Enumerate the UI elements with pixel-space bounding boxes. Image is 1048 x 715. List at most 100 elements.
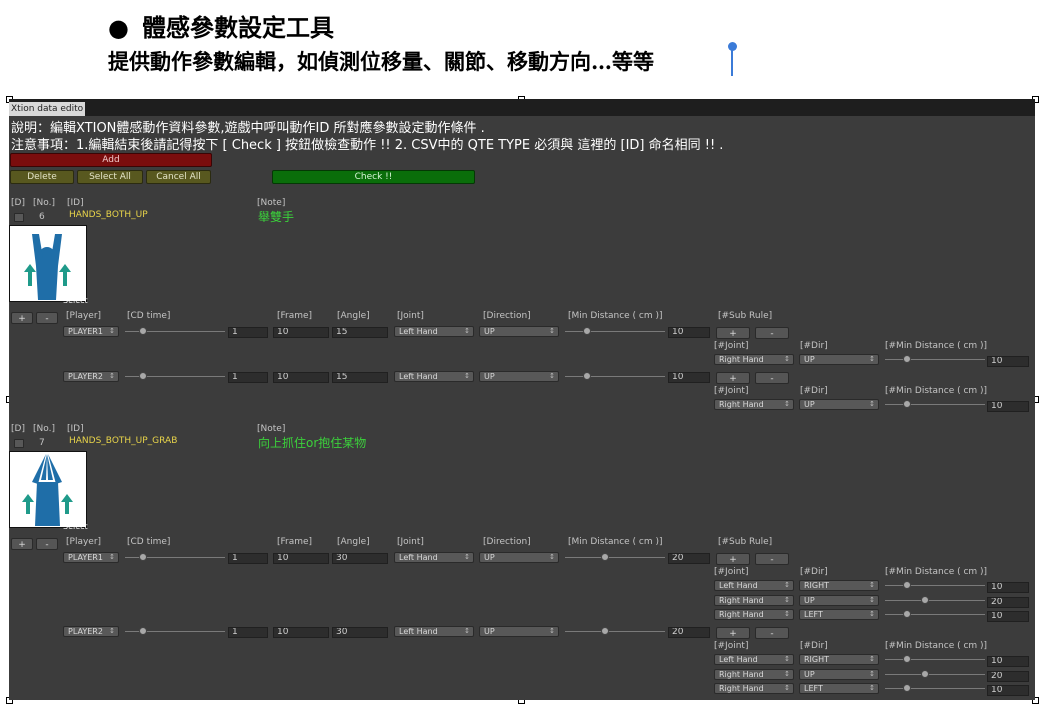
min-distance-field[interactable]: 20 bbox=[668, 627, 710, 638]
select-all-button[interactable]: Select All bbox=[77, 170, 143, 184]
slider-thumb[interactable] bbox=[921, 669, 929, 678]
sub-min-distance-field[interactable]: 10 bbox=[987, 582, 1029, 593]
slider-thumb[interactable] bbox=[139, 553, 147, 561]
min-distance-slider[interactable] bbox=[565, 627, 665, 636]
joint-dropdown[interactable]: Left Hand bbox=[394, 371, 474, 382]
add-player-button[interactable]: + bbox=[11, 312, 33, 324]
cancel-all-button[interactable]: Cancel All bbox=[146, 170, 211, 184]
delete-checkbox[interactable] bbox=[14, 439, 24, 448]
text-cursor-handle[interactable] bbox=[728, 42, 737, 51]
sub-min-distance-slider[interactable] bbox=[885, 655, 985, 664]
sub-min-distance-slider[interactable] bbox=[885, 610, 985, 619]
remove-sub-rule-button[interactable]: - bbox=[755, 553, 789, 565]
direction-dropdown[interactable]: UP bbox=[479, 626, 559, 637]
cd-time-field[interactable]: 1 bbox=[228, 372, 268, 383]
joint-dropdown[interactable]: Left Hand bbox=[394, 552, 474, 563]
editor-tab[interactable]: Xtion data edito bbox=[9, 102, 85, 116]
sub-joint-dropdown[interactable]: Right Hand bbox=[714, 683, 794, 694]
sub-dir-dropdown[interactable]: RIGHT bbox=[799, 580, 879, 591]
frame-field[interactable]: 10 bbox=[273, 553, 329, 564]
direction-dropdown[interactable]: UP bbox=[479, 371, 559, 382]
sub-min-distance-slider[interactable] bbox=[885, 400, 985, 409]
slider-thumb[interactable] bbox=[903, 610, 911, 618]
player-dropdown[interactable]: PLAYER2 bbox=[63, 371, 119, 382]
sub-min-distance-slider[interactable] bbox=[885, 595, 985, 605]
sub-joint-dropdown[interactable]: Right Hand bbox=[714, 668, 794, 680]
joint-dropdown[interactable]: Left Hand bbox=[394, 326, 474, 337]
sub-joint-dropdown[interactable]: Left Hand bbox=[714, 580, 794, 591]
slider-thumb[interactable] bbox=[903, 400, 911, 408]
cd-time-field[interactable]: 1 bbox=[228, 327, 268, 338]
remove-sub-rule-button[interactable]: - bbox=[755, 372, 789, 384]
sub-min-distance-field[interactable]: 10 bbox=[987, 401, 1029, 412]
sub-min-distance-field[interactable]: 10 bbox=[987, 656, 1029, 667]
slider-thumb[interactable] bbox=[903, 581, 911, 589]
angle-field[interactable]: 15 bbox=[332, 372, 388, 383]
sub-joint-dropdown[interactable]: Right Hand bbox=[714, 399, 794, 410]
sub-dir-dropdown[interactable]: UP bbox=[799, 399, 879, 410]
sub-min-distance-field[interactable]: 10 bbox=[987, 685, 1029, 696]
direction-dropdown[interactable]: UP bbox=[479, 326, 559, 337]
remove-sub-rule-button[interactable]: - bbox=[755, 327, 789, 339]
sub-joint-dropdown[interactable]: Right Hand bbox=[714, 354, 794, 365]
slider-thumb[interactable] bbox=[139, 627, 147, 635]
delete-checkbox[interactable] bbox=[14, 213, 24, 222]
cd-time-field[interactable]: 1 bbox=[228, 627, 268, 638]
remove-player-button[interactable]: - bbox=[36, 538, 58, 550]
select-image-link[interactable]: Select bbox=[63, 522, 88, 531]
sub-joint-dropdown[interactable]: Right Hand bbox=[714, 609, 794, 620]
angle-field[interactable]: 30 bbox=[332, 553, 388, 564]
select-image-link[interactable]: Select bbox=[63, 296, 88, 305]
frame-field[interactable]: 10 bbox=[273, 627, 329, 638]
slider-thumb[interactable] bbox=[583, 327, 591, 335]
sub-dir-dropdown[interactable]: UP bbox=[799, 354, 879, 365]
sub-dir-dropdown[interactable]: LEFT bbox=[799, 609, 879, 620]
min-distance-slider[interactable] bbox=[565, 553, 665, 562]
sub-dir-dropdown[interactable]: UP bbox=[799, 668, 879, 680]
slider-thumb[interactable] bbox=[601, 627, 609, 635]
angle-field[interactable]: 15 bbox=[332, 327, 388, 338]
sub-min-distance-slider[interactable] bbox=[885, 669, 985, 679]
angle-field[interactable]: 30 bbox=[332, 627, 388, 638]
sub-min-distance-field[interactable]: 10 bbox=[987, 611, 1029, 622]
sub-min-distance-slider[interactable] bbox=[885, 581, 985, 590]
slider-thumb[interactable] bbox=[903, 684, 911, 692]
sub-min-distance-field[interactable]: 20 bbox=[987, 670, 1029, 682]
min-distance-field[interactable]: 20 bbox=[668, 553, 710, 564]
slider-thumb[interactable] bbox=[583, 372, 591, 380]
player-dropdown[interactable]: PLAYER1 bbox=[63, 326, 119, 337]
slider-thumb[interactable] bbox=[139, 372, 147, 380]
sub-min-distance-slider[interactable] bbox=[885, 684, 985, 693]
add-sub-rule-button[interactable]: + bbox=[716, 627, 750, 639]
min-distance-field[interactable]: 10 bbox=[668, 372, 710, 383]
add-player-button[interactable]: + bbox=[11, 538, 33, 550]
player-dropdown[interactable]: PLAYER1 bbox=[63, 552, 119, 563]
sub-min-distance-slider[interactable] bbox=[885, 355, 985, 364]
cd-time-slider[interactable] bbox=[125, 553, 225, 562]
sub-min-distance-field[interactable]: 10 bbox=[987, 356, 1029, 367]
min-distance-slider[interactable] bbox=[565, 372, 665, 381]
add-sub-rule-button[interactable]: + bbox=[716, 553, 750, 565]
cd-time-field[interactable]: 1 bbox=[228, 553, 268, 564]
min-distance-field[interactable]: 10 bbox=[668, 327, 710, 338]
cd-time-slider[interactable] bbox=[125, 627, 225, 636]
slider-thumb[interactable] bbox=[601, 553, 609, 561]
slider-thumb[interactable] bbox=[921, 595, 929, 604]
sub-joint-dropdown[interactable]: Left Hand bbox=[714, 654, 794, 665]
slider-thumb[interactable] bbox=[139, 327, 147, 335]
add-button[interactable]: Add bbox=[10, 153, 212, 167]
player-dropdown[interactable]: PLAYER2 bbox=[63, 626, 119, 637]
direction-dropdown[interactable]: UP bbox=[479, 552, 559, 563]
add-sub-rule-button[interactable]: + bbox=[716, 372, 750, 384]
slider-thumb[interactable] bbox=[903, 655, 911, 663]
sub-min-distance-field[interactable]: 20 bbox=[987, 596, 1029, 608]
sub-joint-dropdown[interactable]: Right Hand bbox=[714, 594, 794, 606]
remove-sub-rule-button[interactable]: - bbox=[755, 627, 789, 639]
delete-button[interactable]: Delete bbox=[10, 170, 74, 184]
check-button[interactable]: Check !! bbox=[272, 170, 475, 184]
sub-dir-dropdown[interactable]: UP bbox=[799, 594, 879, 606]
slider-thumb[interactable] bbox=[903, 355, 911, 363]
min-distance-slider[interactable] bbox=[565, 327, 665, 336]
joint-dropdown[interactable]: Left Hand bbox=[394, 626, 474, 637]
sub-dir-dropdown[interactable]: LEFT bbox=[799, 683, 879, 694]
